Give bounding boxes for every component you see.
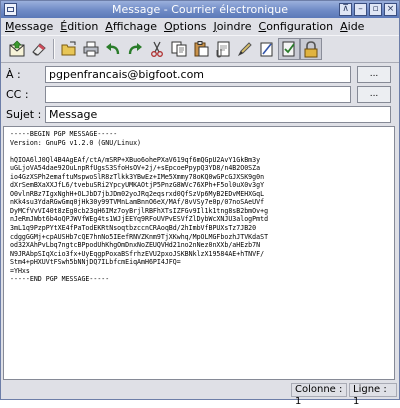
- message-line: od32XAhPvLbq7ngtcBPpodUhKhgOmDnxNoZEUQVH…: [10, 241, 261, 250]
- redo-icon[interactable]: [124, 38, 146, 60]
- message-line: io4GzXSPh2emaftuMspwoSlR8zTlkk3YBwEz+IMe…: [10, 172, 265, 181]
- message-line: -----END PGP MESSAGE-----: [10, 275, 110, 284]
- menu-message-rest: essage: [14, 20, 54, 33]
- status-bar: Colonne : 1 Ligne : 1: [1, 381, 399, 407]
- close-button[interactable]: ×: [384, 3, 397, 16]
- message-body[interactable]: -----BEGIN PGP MESSAGE----- Version: Gnu…: [3, 126, 395, 380]
- open-icon[interactable]: [58, 38, 80, 60]
- cut-icon[interactable]: [146, 38, 168, 60]
- menu-aide[interactable]: Aide: [336, 18, 367, 34]
- eraser-icon[interactable]: [28, 38, 50, 60]
- menu-options[interactable]: Options: [160, 18, 209, 34]
- lock-icon[interactable]: [300, 38, 322, 60]
- message-line: -----BEGIN PGP MESSAGE-----: [10, 130, 118, 138]
- menu-edition[interactable]: Édition: [56, 18, 101, 34]
- message-line: Version: GnuPG v1.2.0 (GNU/Linux): [10, 138, 142, 147]
- cc-label: CC :: [6, 88, 29, 101]
- message-line: O0vlnRBz7IgxNghH+OLJbD7jbJDm02yoJRq2eqsr…: [10, 189, 265, 198]
- message-line: Stm4+pHXUVtFSwh5bNNjDQ7ILbfcmEiqAmH6PI4J…: [10, 258, 181, 267]
- edit-icon[interactable]: [256, 38, 278, 60]
- attach-icon[interactable]: [212, 38, 234, 60]
- print-icon[interactable]: [80, 38, 102, 60]
- pen-icon[interactable]: [234, 38, 256, 60]
- minimize-button[interactable]: –: [354, 3, 367, 16]
- message-window: Message - Courrier électronique ⊼ – ▫ × …: [0, 0, 400, 407]
- pin-icon[interactable]: ⊼: [339, 3, 352, 16]
- toolbar-separator: [53, 39, 55, 59]
- message-line: DyMCfVvVI40t8zEg0cb23qH6IMz7oyBrjlRBFhXT…: [10, 206, 269, 215]
- to-field[interactable]: pgpenfrancais@bigfoot.com: [45, 66, 351, 83]
- message-body-text[interactable]: -----BEGIN PGP MESSAGE----- Version: Gnu…: [4, 127, 394, 284]
- status-column: Colonne : 1: [291, 383, 347, 407]
- menu-configuration[interactable]: Configuration: [255, 18, 337, 34]
- paste-icon[interactable]: [190, 38, 212, 60]
- spell-check-icon[interactable]: [278, 38, 300, 60]
- menu-joindre[interactable]: Joindre: [209, 18, 254, 34]
- to-address-book-button[interactable]: ...: [357, 66, 391, 83]
- message-line: 3mL1q9PzpPYtXE4fPaTodEKRtNsoqtbzccnCRAoq…: [10, 224, 257, 233]
- cc-address-book-button[interactable]: ...: [357, 86, 391, 103]
- to-label: À :: [6, 68, 21, 81]
- subject-field[interactable]: Message: [45, 106, 391, 123]
- copy-icon[interactable]: [168, 38, 190, 60]
- message-line: hQIOA6lJ0Ql4B4AgEAf/ctA/mSRP+XBuo6ohePXa…: [10, 155, 261, 164]
- subject-label: Sujet :: [6, 108, 42, 121]
- menu-affichage[interactable]: Affichage: [101, 18, 160, 34]
- status-line: Ligne : 1: [349, 383, 397, 407]
- to-row: À : pgpenfrancais@bigfoot.com ...: [1, 65, 399, 84]
- message-line: dXrSemBXaXXJfL6/tvebuSRi2YpcyUMKAOtjP5Pn…: [10, 181, 265, 190]
- undo-icon[interactable]: [102, 38, 124, 60]
- toolbar: [1, 35, 399, 63]
- message-line: nKk4su3YdaRGwGmq0jHk30y99TVMnLamBnnO6eX/…: [10, 198, 265, 207]
- message-line: cdggGGMj+cpAUSHb7cQE7hnNo5IEefRNVZKnm9Tj…: [10, 232, 269, 241]
- cc-row: CC : ...: [1, 85, 399, 104]
- cc-field[interactable]: [45, 86, 351, 103]
- menu-bar: Message Édition Affichage Options Joindr…: [1, 18, 399, 34]
- message-line: uGLjoVA54dae92OuLnpRfUgsS3SfoHsOV+2j/+sE…: [10, 164, 261, 173]
- menu-message[interactable]: Message: [1, 18, 56, 34]
- message-line: nJeRmJWbt6b4oQPJWVfWEg4ts1WJjEEYq9RFoUVP…: [10, 215, 269, 224]
- message-line: N9JRAbpSIqXcio3fx+UyEqgpPoxaBSfrhzEVU2px…: [10, 249, 265, 258]
- message-line: =YHxs: [10, 266, 30, 275]
- subject-row: Sujet : Message: [1, 105, 399, 124]
- send-icon[interactable]: [6, 38, 28, 60]
- maximize-button[interactable]: ▫: [369, 3, 382, 16]
- title-bar[interactable]: Message - Courrier électronique ⊼ – ▫ ×: [1, 1, 399, 18]
